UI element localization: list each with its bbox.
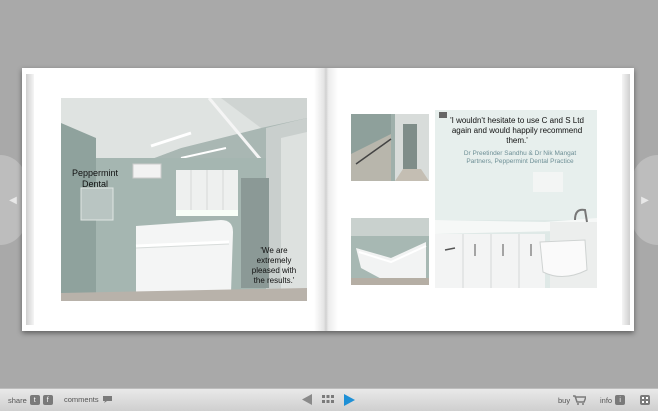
fullscreen-icon xyxy=(640,395,650,405)
page-edge-left xyxy=(26,74,34,325)
comments-label: comments xyxy=(64,395,99,404)
staircase-photo xyxy=(351,114,429,181)
speech-bubble-icon xyxy=(102,396,112,403)
comments-button[interactable]: comments xyxy=(64,395,113,404)
photo-book: Peppermint Dental 'We are extremely plea… xyxy=(22,68,634,331)
kitchen-photo: 'I wouldn't hesitate to use C and S Ltd … xyxy=(435,110,597,288)
share-label: share xyxy=(8,395,27,405)
info-button[interactable]: info i xyxy=(600,395,626,405)
photo-label: Peppermint Dental xyxy=(71,168,119,189)
play-icon xyxy=(344,394,355,406)
triangle-left-icon xyxy=(302,394,312,405)
previous-page-toolbar-button[interactable] xyxy=(302,394,312,405)
play-button[interactable] xyxy=(344,394,355,406)
buy-button[interactable]: buy xyxy=(558,395,587,405)
thumbnails-button[interactable] xyxy=(322,395,334,404)
quote-attribution: Dr Preetinder Sandhu & Dr Nik Mangat Par… xyxy=(463,150,577,165)
right-quote: 'I wouldn't hesitate to use C and S Ltd … xyxy=(450,116,584,145)
page-edge-right xyxy=(622,74,630,325)
reception-photo: Peppermint Dental 'We are extremely plea… xyxy=(61,98,307,301)
fullscreen-button[interactable] xyxy=(640,395,650,405)
chevron-right-icon: ▶ xyxy=(641,194,649,206)
reception-desk-photo xyxy=(351,218,429,285)
next-page-button[interactable]: ▶ xyxy=(632,155,658,245)
info-label: info xyxy=(600,395,613,405)
facebook-icon[interactable]: f xyxy=(42,395,53,405)
buy-label: buy xyxy=(558,395,571,405)
twitter-icon[interactable]: t xyxy=(29,395,40,405)
info-icon: i xyxy=(615,395,626,405)
share-control: share t f xyxy=(8,395,53,405)
chevron-left-icon: ◀ xyxy=(9,194,17,206)
book-spine xyxy=(314,68,338,331)
grid-icon xyxy=(322,395,334,403)
left-quote: 'We are extremely pleased with the resul… xyxy=(251,246,297,285)
bottom-toolbar: share t f comments buy info i xyxy=(0,388,658,411)
cart-icon xyxy=(573,395,587,405)
